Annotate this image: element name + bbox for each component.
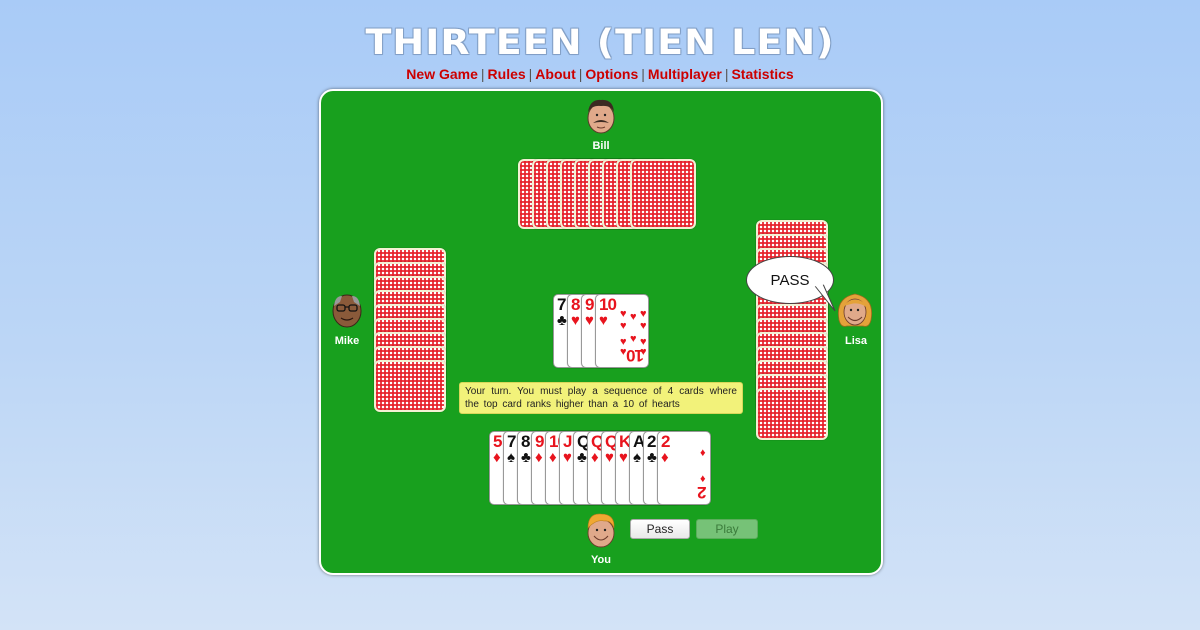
page-title: THIRTEEN (TIEN LEN) — [365, 21, 835, 63]
lisa-name: Lisa — [844, 335, 867, 347]
card-rank-bottom: 2 — [697, 483, 706, 502]
card-suit-icon: ♦ — [661, 449, 669, 466]
mike-name: Mike — [334, 335, 360, 347]
nav-separator: | — [480, 66, 485, 82]
card-pip-icon: ♥ — [630, 311, 637, 323]
nav-about[interactable]: About — [535, 66, 575, 82]
nav-options[interactable]: Options — [585, 66, 638, 82]
lisa-speech-text: PASS — [770, 271, 810, 289]
nav-new-game[interactable]: New Game — [406, 66, 478, 82]
card-pip-icon: ♥ — [620, 308, 627, 320]
you-avatar — [587, 513, 615, 548]
lisa-card-back — [756, 388, 828, 440]
card-suit-icon: ♥ — [599, 312, 608, 329]
trick-card: 10 ♥ 10 ♥ ♥ ♥ ♥ ♥ ♥ ♥ ♥ ♥ ♥ — [595, 294, 649, 368]
card-suit-icon: ♠ — [507, 449, 515, 466]
status-message: Your turn. You must play a sequence of 4… — [459, 382, 743, 414]
card-suit-icon: ♠ — [633, 449, 641, 466]
card-suit-icon: ♦ — [493, 449, 501, 466]
card-suit-icon: ♥ — [585, 312, 594, 329]
card-suit-icon: ♥ — [619, 449, 628, 466]
card-suit-icon: ♥ — [605, 449, 614, 466]
speech-bubble-tail-icon — [813, 281, 836, 312]
card-pip-icon: ♥ — [640, 346, 647, 358]
card-suit-icon: ♦ — [535, 449, 543, 466]
nav-separator: | — [578, 66, 583, 82]
bill-card-back — [630, 159, 696, 229]
you-name: You — [591, 554, 611, 566]
pass-button[interactable]: Pass — [630, 519, 690, 539]
hand-card[interactable]: 2 ♦ 2 ♦ ♦ — [657, 431, 711, 505]
mike-card-back — [374, 360, 446, 412]
main-nav: New Game | Rules | About | Options | Multiplayer… — [0, 66, 1200, 82]
card-pip-icon: ♥ — [620, 346, 627, 358]
card-suit-icon: ♣ — [577, 449, 587, 466]
card-suit-icon: ♥ — [563, 449, 572, 466]
nav-multiplayer[interactable]: Multiplayer — [648, 66, 722, 82]
nav-statistics[interactable]: Statistics — [731, 66, 793, 82]
bill-name: Bill — [592, 140, 610, 152]
card-pip-icon: ♦ — [700, 473, 706, 485]
nav-rules[interactable]: Rules — [488, 66, 526, 82]
nav-separator: | — [641, 66, 645, 82]
card-pip-icon: ♥ — [630, 333, 637, 345]
card-pip-icon: ♥ — [640, 308, 647, 320]
mike-avatar — [332, 294, 362, 328]
card-pip-icon: ♥ — [620, 320, 627, 332]
card-suit-icon: ♦ — [591, 449, 599, 466]
card-suit-icon: ♣ — [557, 312, 567, 329]
card-suit-icon: ♥ — [571, 312, 580, 329]
nav-separator: | — [528, 66, 533, 82]
card-suit-icon: ♦ — [549, 449, 557, 466]
game-table: Bill Mike Lisa PASS 7 ♣ 8 ♥ 9 ♥ 10 ♥ 10 ♥ ♥ ♥ ♥ ♥ ♥ ♥ ♥ ♥… — [319, 89, 883, 575]
play-button[interactable]: Play — [696, 519, 758, 539]
card-suit-icon: ♣ — [647, 449, 657, 466]
nav-separator: | — [724, 66, 729, 82]
bill-avatar — [587, 99, 615, 134]
card-suit-icon: ♣ — [521, 449, 531, 466]
card-pip-icon: ♥ — [640, 320, 647, 332]
lisa-avatar — [837, 293, 873, 327]
card-pip-icon: ♦ — [700, 447, 706, 459]
